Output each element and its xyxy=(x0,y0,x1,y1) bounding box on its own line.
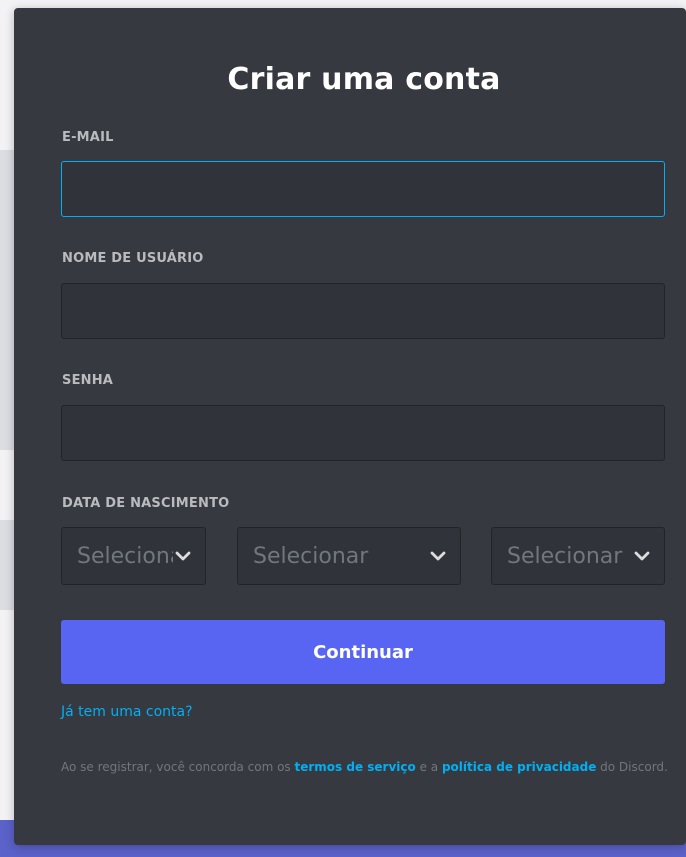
register-card: Criar uma conta E-MAIL NOME DE USUÁRIO S… xyxy=(14,8,686,845)
terms-suffix: do Discord. xyxy=(596,760,668,774)
month-select-value: Selecionar xyxy=(253,543,369,569)
chevron-down-icon xyxy=(173,546,193,566)
privacy-policy-link[interactable]: política de privacidade xyxy=(442,760,596,774)
background-decoration xyxy=(0,520,14,610)
birthdate-year-select[interactable]: Selecionar xyxy=(491,527,665,585)
username-label: NOME DE USUÁRIO xyxy=(62,251,204,266)
birthdate-month-select[interactable]: Selecionar xyxy=(237,527,461,585)
background-decoration xyxy=(0,150,14,450)
birthdate-label: DATA DE NASCIMENTO xyxy=(62,496,230,511)
day-select-value: Selecionar xyxy=(77,543,173,569)
year-select-value: Selecionar xyxy=(507,543,623,569)
password-label: SENHA xyxy=(62,373,114,388)
password-field[interactable] xyxy=(61,405,665,461)
terms-middle: e a xyxy=(415,760,442,774)
login-link[interactable]: Já tem uma conta? xyxy=(61,704,193,720)
birthdate-day-select[interactable]: Selecionar xyxy=(61,527,206,585)
username-field[interactable] xyxy=(61,283,665,339)
continue-button[interactable]: Continuar xyxy=(61,620,665,684)
email-label: E-MAIL xyxy=(62,130,114,145)
page-title: Criar uma conta xyxy=(227,62,501,97)
terms-of-service-link[interactable]: termos de serviço xyxy=(295,760,416,774)
terms-text: Ao se registrar, você concorda com os te… xyxy=(61,758,671,776)
terms-prefix: Ao se registrar, você concorda com os xyxy=(61,760,295,774)
chevron-down-icon xyxy=(428,546,448,566)
chevron-down-icon xyxy=(632,546,652,566)
email-field[interactable] xyxy=(61,161,665,217)
